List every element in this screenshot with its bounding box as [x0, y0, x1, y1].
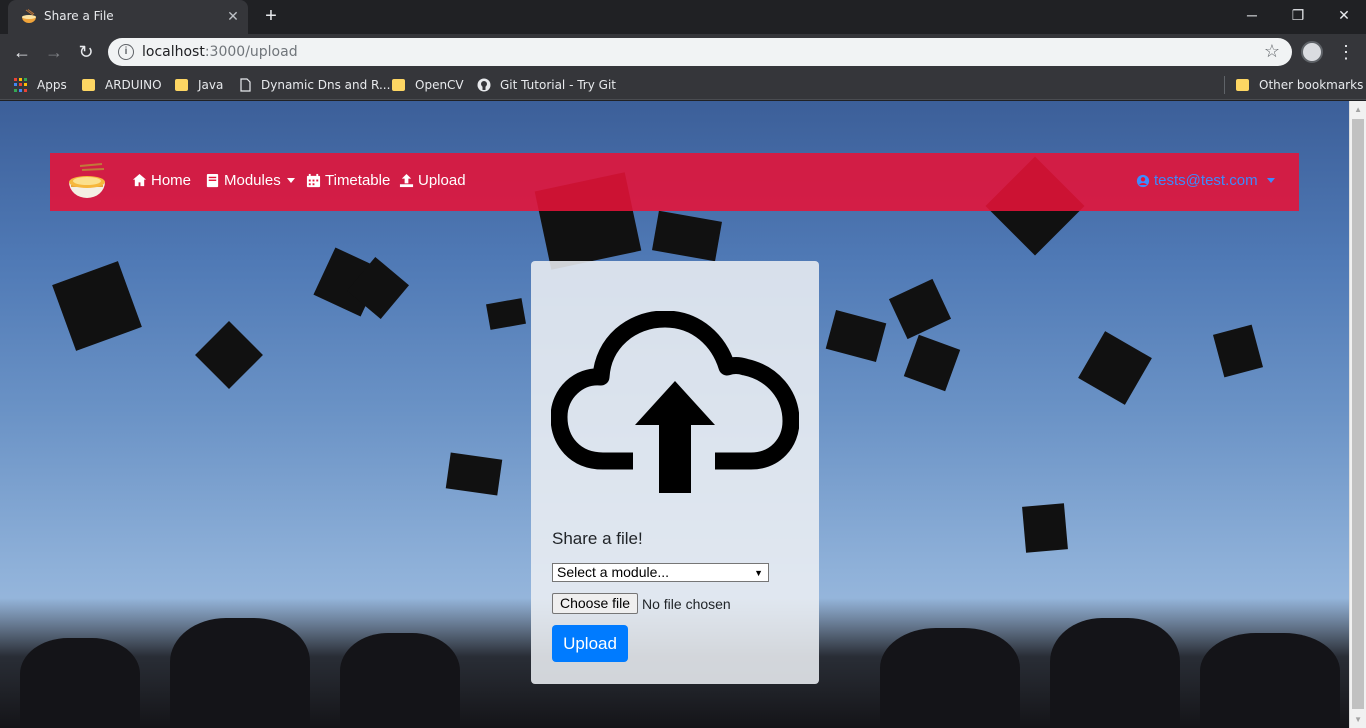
- home-icon: [132, 173, 147, 187]
- browser-tab[interactable]: Share a File ✕: [8, 0, 248, 34]
- forward-icon[interactable]: →: [42, 40, 66, 64]
- github-icon: [477, 78, 491, 92]
- nav-modules-dropdown[interactable]: Modules: [205, 172, 295, 189]
- folder-icon: [175, 79, 188, 91]
- ramen-bowl-icon: [22, 9, 36, 23]
- nav-timetable[interactable]: Timetable: [306, 172, 390, 189]
- bookmark-git-tutorial[interactable]: Git Tutorial - Try Git: [477, 76, 616, 94]
- bookmark-opencv[interactable]: OpenCV: [392, 76, 464, 94]
- close-window-icon[interactable]: ✕: [1330, 4, 1358, 26]
- minimize-icon[interactable]: ─: [1238, 4, 1266, 26]
- upload-card: Share a file! Select a module... ▼ Choos…: [531, 261, 819, 684]
- choose-file-button[interactable]: Choose file: [552, 593, 638, 614]
- graduation-cap-icon: [825, 309, 887, 363]
- browser-toolbar: ← → ↻ i localhost:3000/upload ☆ ⋮: [0, 34, 1366, 70]
- reload-icon[interactable]: ↻: [74, 40, 98, 64]
- bookmarks-separator: [1224, 76, 1225, 94]
- folder-icon: [82, 79, 95, 91]
- graduation-cap-icon: [652, 210, 722, 262]
- scroll-up-icon[interactable]: ▲: [1354, 105, 1362, 114]
- dropdown-arrow-icon: ▼: [754, 568, 763, 578]
- graduation-cap-icon: [1212, 324, 1264, 378]
- bookmarks-bar: Apps ARDUINO Java Dynamic Dns and R... O…: [0, 70, 1366, 100]
- file-status-text: No file chosen: [642, 596, 731, 612]
- user-account-dropdown[interactable]: tests@test.com: [1136, 172, 1275, 189]
- address-bar[interactable]: i localhost:3000/upload ☆: [108, 38, 1292, 66]
- bookmark-dynamic-dns[interactable]: Dynamic Dns and R...: [238, 76, 390, 94]
- graduation-cap-icon: [903, 334, 961, 392]
- graduation-cap-icon: [1022, 503, 1068, 553]
- profile-avatar[interactable]: [1301, 41, 1323, 63]
- upload-icon: [399, 173, 414, 188]
- bookmark-java[interactable]: Java: [175, 76, 223, 94]
- graduation-cap-icon: [888, 278, 952, 340]
- bookmark-arduino[interactable]: ARDUINO: [82, 76, 162, 94]
- page-viewport: Home Modules Timetable Upload tests@test…: [0, 101, 1366, 728]
- tab-title: Share a File: [44, 9, 114, 23]
- back-icon[interactable]: ←: [10, 40, 34, 64]
- folder-icon: [392, 79, 405, 91]
- nav-home[interactable]: Home: [132, 172, 191, 189]
- cloud-upload-icon: [551, 311, 799, 493]
- graduation-cap-icon: [1078, 331, 1152, 405]
- book-icon: [206, 173, 219, 188]
- chevron-down-icon: [286, 178, 295, 183]
- scrollbar-thumb[interactable]: [1352, 119, 1364, 709]
- bookmark-other[interactable]: Other bookmarks: [1236, 76, 1363, 94]
- calendar-icon: [306, 173, 321, 188]
- browser-titlebar: Share a File ✕ + ─ ❐ ✕: [0, 0, 1366, 34]
- bookmark-star-icon[interactable]: ☆: [1264, 41, 1280, 62]
- graduation-cap-icon: [445, 452, 503, 496]
- scroll-down-icon[interactable]: ▼: [1354, 715, 1362, 724]
- graduation-cap-icon: [52, 261, 142, 351]
- user-circle-icon: [1136, 174, 1150, 187]
- nav-upload[interactable]: Upload: [399, 172, 466, 189]
- site-info-icon[interactable]: i: [118, 44, 134, 60]
- module-select[interactable]: Select a module... ▼: [552, 563, 769, 582]
- folder-icon: [1236, 79, 1249, 91]
- restore-icon[interactable]: ❐: [1284, 4, 1312, 26]
- share-file-heading: Share a file!: [552, 529, 643, 548]
- site-navbar: Home Modules Timetable Upload tests@test…: [50, 153, 1299, 211]
- close-tab-icon[interactable]: ✕: [225, 8, 241, 24]
- graduation-cap-icon: [195, 321, 263, 389]
- page-icon: [240, 78, 251, 92]
- upload-submit-button[interactable]: Upload: [552, 625, 628, 662]
- bookmark-apps[interactable]: Apps: [14, 76, 67, 94]
- chevron-down-icon: [1266, 178, 1275, 183]
- url-text: localhost:3000/upload: [142, 44, 298, 60]
- page-scrollbar[interactable]: ▲ ▼: [1349, 101, 1366, 728]
- apps-grid-icon: [14, 78, 28, 92]
- ramen-bowl-icon[interactable]: [66, 160, 108, 202]
- browser-menu-icon[interactable]: ⋮: [1337, 40, 1355, 64]
- graduation-cap-icon: [486, 298, 526, 330]
- new-tab-button[interactable]: +: [260, 5, 282, 27]
